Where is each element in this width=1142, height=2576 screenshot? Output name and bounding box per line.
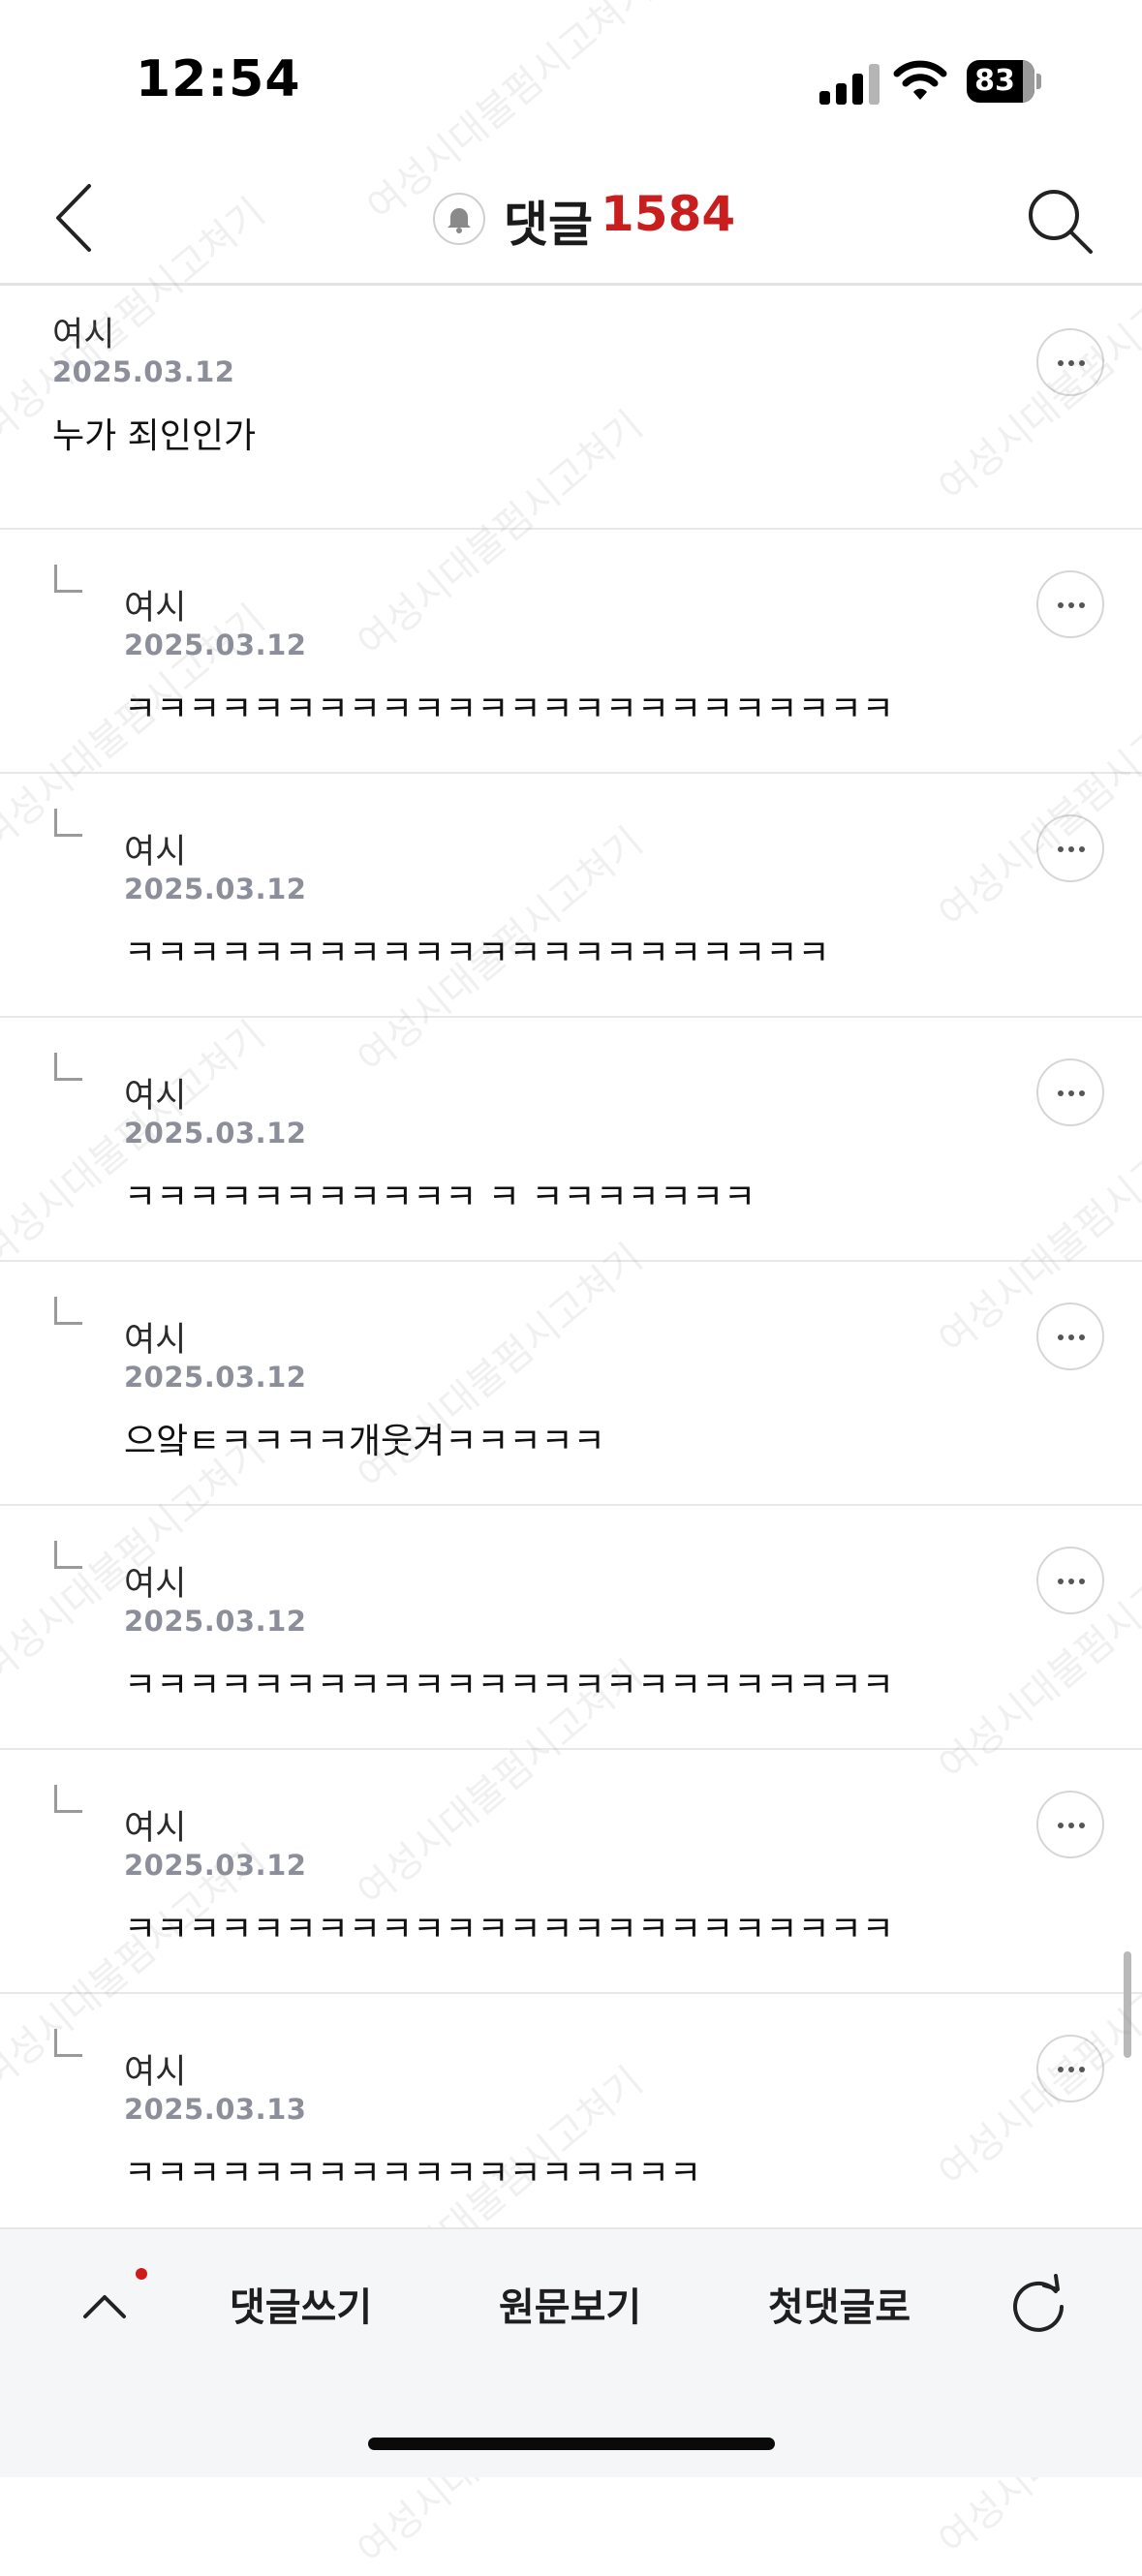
reply-indent-icon: [54, 1785, 82, 1813]
more-dots-icon[interactable]: [1036, 1058, 1104, 1126]
comment-author[interactable]: 여시: [124, 1556, 186, 1606]
comment-date: 2025.03.12: [124, 873, 307, 905]
more-dots-icon[interactable]: [1036, 1547, 1104, 1614]
more-dots-icon[interactable]: [1036, 814, 1104, 882]
comment-author[interactable]: 여시: [124, 580, 186, 629]
more-dots-icon[interactable]: [1036, 2035, 1104, 2102]
reply-indent-icon: [54, 809, 82, 837]
reply-indent-icon: [54, 565, 82, 593]
reply-comment[interactable]: 여시 2025.03.13 ㅋㅋㅋㅋㅋㅋㅋㅋㅋㅋㅋㅋㅋㅋㅋㅋㅋㅋ: [0, 1994, 1142, 2227]
new-indicator-dot: [136, 2268, 147, 2280]
comment-date: 2025.03.12: [124, 1117, 307, 1150]
more-dots-icon[interactable]: [1036, 1303, 1104, 1370]
reply-indent-icon: [54, 1541, 82, 1569]
cellular-signal-icon: [819, 60, 881, 105]
comment-item[interactable]: 여시 2025.03.12 누가 죄인인가: [0, 286, 1142, 530]
reply-comment[interactable]: 여시 2025.03.12 으앜ㅌㅋㅋㅋㅋ개웃겨ㅋㅋㅋㅋㅋ: [0, 1262, 1142, 1506]
comment-date: 2025.03.12: [124, 1605, 307, 1638]
status-bar: 12:54 83: [0, 0, 1142, 155]
reply-comment[interactable]: 여시 2025.03.12 ㅋㅋㅋㅋㅋㅋㅋㅋㅋㅋㅋㅋㅋㅋㅋㅋㅋㅋㅋㅋㅋㅋ: [0, 774, 1142, 1018]
comment-author[interactable]: 여시: [124, 824, 186, 874]
reply-comment[interactable]: 여시 2025.03.12 ㅋㅋㅋㅋㅋㅋㅋㅋㅋㅋㅋㅋㅋㅋㅋㅋㅋㅋㅋㅋㅋㅋㅋㅋ: [0, 1506, 1142, 1750]
comment-count: 1584: [601, 186, 736, 242]
more-dots-icon[interactable]: [1036, 328, 1104, 396]
page-title: 댓글 1584: [0, 155, 1142, 283]
comment-text: ㅋㅋㅋㅋㅋㅋㅋㅋㅋㅋㅋㅋㅋㅋㅋㅋㅋㅋ: [124, 2154, 702, 2193]
comment-text: 누가 죄인인가: [52, 416, 257, 456]
comment-text: ㅋㅋㅋㅋㅋㅋㅋㅋㅋㅋㅋㅋㅋㅋㅋㅋㅋㅋㅋㅋㅋㅋㅋㅋ: [124, 1910, 894, 1949]
scrollbar-thumb[interactable]: [1124, 1951, 1131, 2058]
comment-date: 2025.03.12: [124, 1361, 307, 1394]
more-dots-icon[interactable]: [1036, 1791, 1104, 1858]
battery-indicator: 83: [967, 60, 1042, 103]
comment-text: 으앜ㅌㅋㅋㅋㅋ개웃겨ㅋㅋㅋㅋㅋ: [124, 1422, 605, 1461]
comment-date: 2025.03.12: [124, 629, 307, 661]
comment-list: 여시 2025.03.12 누가 죄인인가 여시 2025.03.12 ㅋㅋㅋㅋㅋㅋㅋㅋㅋ…: [0, 286, 1142, 2227]
search-icon[interactable]: [1023, 184, 1096, 258]
comment-text: ㅋㅋㅋㅋㅋㅋㅋㅋㅋㅋㅋ ㅋ ㅋㅋㅋㅋㅋㅋㅋ: [124, 1178, 756, 1217]
write-comment-button[interactable]: 댓글쓰기: [230, 2276, 372, 2332]
comment-date: 2025.03.12: [52, 355, 235, 388]
comment-text: ㅋㅋㅋㅋㅋㅋㅋㅋㅋㅋㅋㅋㅋㅋㅋㅋㅋㅋㅋㅋㅋㅋㅋㅋ: [124, 1666, 894, 1705]
comment-author[interactable]: 여시: [124, 1068, 186, 1118]
comment-text: ㅋㅋㅋㅋㅋㅋㅋㅋㅋㅋㅋㅋㅋㅋㅋㅋㅋㅋㅋㅋㅋㅋ: [124, 934, 830, 973]
battery-percentage: 83: [974, 64, 1015, 98]
comment-author[interactable]: 여시: [124, 1800, 186, 1850]
wifi-icon: [893, 60, 947, 100]
comment-author[interactable]: 여시: [124, 1312, 186, 1362]
home-indicator[interactable]: [368, 2438, 775, 2450]
view-original-button[interactable]: 원문보기: [499, 2276, 641, 2332]
bell-icon[interactable]: [432, 192, 486, 246]
first-comment-button[interactable]: 첫댓글로: [768, 2276, 911, 2332]
title-label: 댓글: [504, 197, 593, 253]
reply-indent-icon: [54, 1053, 82, 1081]
refresh-icon[interactable]: [1005, 2272, 1071, 2338]
reply-indent-icon: [54, 2029, 82, 2057]
comments-header: 댓글 1584: [0, 155, 1142, 286]
comment-author[interactable]: 여시: [124, 2044, 186, 2094]
comment-date: 2025.03.12: [124, 1849, 307, 1882]
reply-comment[interactable]: 여시 2025.03.12 ㅋㅋㅋㅋㅋㅋㅋㅋㅋㅋㅋㅋㅋㅋㅋㅋㅋㅋㅋㅋㅋㅋㅋㅋ: [0, 1750, 1142, 1994]
comment-date: 2025.03.13: [124, 2093, 307, 2126]
more-dots-icon[interactable]: [1036, 570, 1104, 638]
comment-author[interactable]: 여시: [52, 307, 114, 356]
reply-indent-icon: [54, 1297, 82, 1325]
comment-text: ㅋㅋㅋㅋㅋㅋㅋㅋㅋㅋㅋㅋㅋㅋㅋㅋㅋㅋㅋㅋㅋㅋㅋㅋ: [124, 690, 894, 729]
chevron-up-icon[interactable]: [76, 2278, 134, 2336]
status-time: 12:54: [136, 50, 301, 108]
reply-comment[interactable]: 여시 2025.03.12 ㅋㅋㅋㅋㅋㅋㅋㅋㅋㅋㅋㅋㅋㅋㅋㅋㅋㅋㅋㅋㅋㅋㅋㅋ: [0, 530, 1142, 774]
reply-comment[interactable]: 여시 2025.03.12 ㅋㅋㅋㅋㅋㅋㅋㅋㅋㅋㅋ ㅋ ㅋㅋㅋㅋㅋㅋㅋ: [0, 1018, 1142, 1262]
